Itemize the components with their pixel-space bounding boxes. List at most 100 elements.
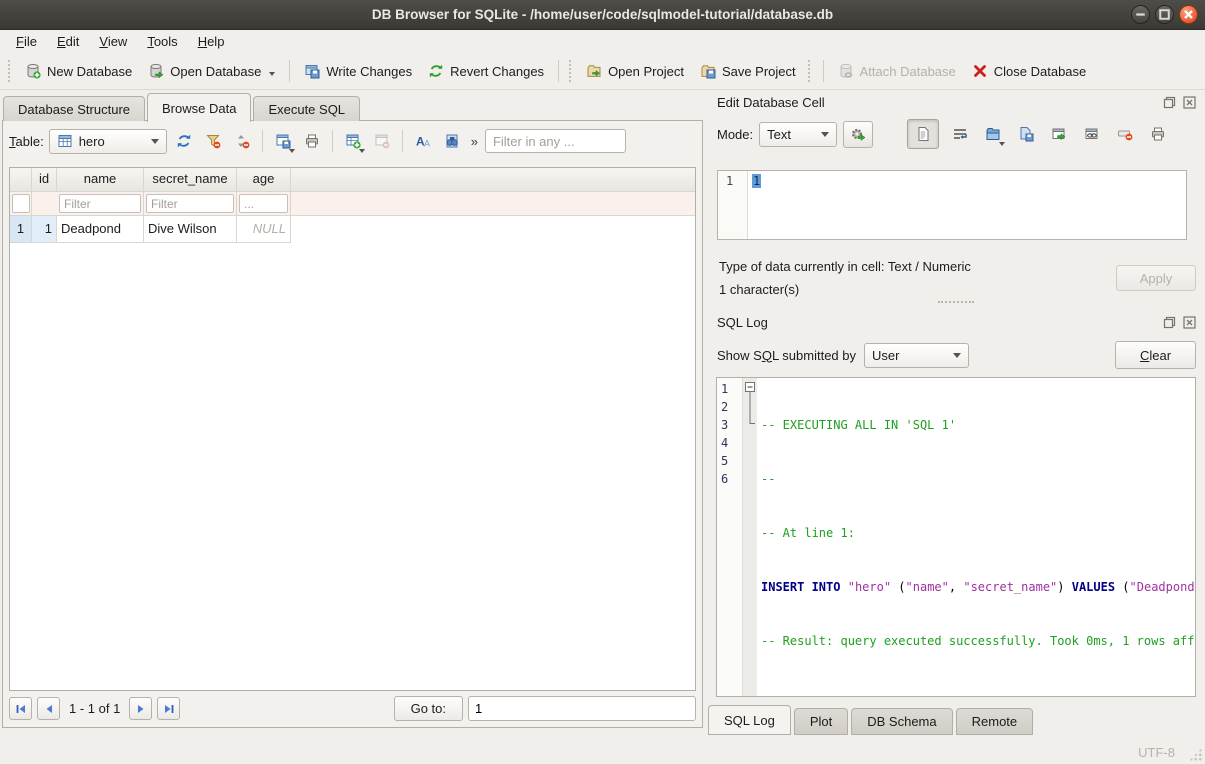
close-database-button[interactable]: Close Database bbox=[964, 59, 1095, 83]
word-wrap-button[interactable] bbox=[948, 121, 972, 147]
close-dock-icon[interactable] bbox=[1182, 315, 1197, 330]
filter-row-corner bbox=[10, 192, 32, 216]
resize-grip[interactable] bbox=[1189, 748, 1202, 761]
tab-sql-log[interactable]: SQL Log bbox=[708, 705, 791, 735]
open-project-button[interactable]: Open Project bbox=[578, 59, 692, 83]
filter-input-name[interactable] bbox=[59, 194, 141, 213]
delete-record-icon bbox=[374, 133, 390, 149]
format-font-button[interactable]: AA bbox=[411, 128, 435, 154]
clear-sorting-button[interactable] bbox=[230, 128, 254, 154]
toolbar-grip[interactable] bbox=[808, 60, 813, 82]
float-dock-icon[interactable] bbox=[1162, 95, 1177, 110]
set-null-button[interactable] bbox=[1113, 121, 1137, 147]
toolbar-separator bbox=[402, 130, 403, 152]
export-table-button[interactable] bbox=[271, 128, 295, 154]
first-record-button[interactable] bbox=[9, 697, 32, 720]
sql-source-select[interactable]: User bbox=[864, 343, 969, 368]
insert-record-button[interactable] bbox=[341, 128, 365, 154]
column-header-name[interactable]: name bbox=[57, 168, 144, 192]
import-text-button[interactable] bbox=[981, 121, 1005, 147]
refresh-button[interactable] bbox=[172, 128, 196, 154]
cell-count-text: 1 character(s) bbox=[719, 282, 799, 297]
cell-editor[interactable]: 1 1 bbox=[717, 170, 1187, 240]
export-text-button[interactable] bbox=[1014, 121, 1038, 147]
print-button[interactable] bbox=[300, 128, 324, 154]
delete-record-button[interactable] bbox=[370, 128, 394, 154]
toolbar-grip[interactable] bbox=[569, 60, 574, 82]
filter-input-secret-name[interactable] bbox=[146, 194, 234, 213]
tab-db-schema[interactable]: DB Schema bbox=[851, 708, 952, 735]
close-window-icon[interactable] bbox=[1179, 5, 1198, 24]
table-row[interactable]: 1 1 Deadpond Dive Wilson NULL bbox=[10, 216, 695, 243]
tab-execute-sql[interactable]: Execute SQL bbox=[253, 96, 360, 121]
new-database-button[interactable]: New Database bbox=[17, 59, 140, 83]
menu-tools[interactable]: Tools bbox=[139, 32, 185, 51]
column-header-secret-name[interactable]: secret_name bbox=[144, 168, 237, 192]
tab-remote[interactable]: Remote bbox=[956, 708, 1034, 735]
maximize-icon[interactable] bbox=[1155, 5, 1174, 24]
float-dock-icon[interactable] bbox=[1162, 315, 1177, 330]
clear-log-button[interactable]: Clear bbox=[1115, 341, 1196, 369]
show-sql-label: Show SQL submitted by bbox=[717, 348, 856, 363]
open-database-button[interactable]: Open Database bbox=[140, 59, 283, 83]
statusbar: UTF-8 bbox=[0, 740, 1205, 764]
right-pane: Edit Database Cell Mode: Text bbox=[707, 90, 1205, 740]
menu-view[interactable]: View bbox=[91, 32, 135, 51]
table-label: Table: bbox=[9, 134, 44, 149]
save-project-button[interactable]: Save Project bbox=[692, 59, 804, 83]
tab-browse-data[interactable]: Browse Data bbox=[147, 93, 251, 122]
attach-database-button[interactable]: Attach Database bbox=[830, 59, 964, 83]
find-in-cells-button[interactable] bbox=[440, 128, 464, 154]
sql-fold-margin[interactable] bbox=[743, 378, 757, 697]
print-cell-button[interactable] bbox=[1146, 121, 1170, 147]
apply-button[interactable]: Apply bbox=[1116, 265, 1196, 291]
encoding-indicator[interactable]: UTF-8 bbox=[1138, 745, 1175, 760]
dropdown-caret-icon[interactable] bbox=[269, 72, 275, 76]
row-number-cell[interactable]: 1 bbox=[10, 216, 32, 243]
cell-name[interactable]: Deadpond bbox=[57, 216, 144, 243]
menu-help[interactable]: Help bbox=[190, 32, 233, 51]
filter-any-input[interactable] bbox=[485, 129, 626, 153]
column-header-id[interactable]: id bbox=[32, 168, 57, 192]
cell-id[interactable]: 1 bbox=[32, 216, 57, 243]
goto-button[interactable]: Go to: bbox=[394, 696, 463, 721]
last-record-button[interactable] bbox=[157, 697, 180, 720]
menu-edit[interactable]: Edit bbox=[49, 32, 87, 51]
filter-input-age[interactable] bbox=[239, 194, 288, 213]
cell-editor-text[interactable]: 1 bbox=[748, 171, 761, 239]
tab-database-structure[interactable]: Database Structure bbox=[3, 96, 145, 121]
sql-log-editor[interactable]: 1 2 3 4 5 6 -- EXECUTING ALL IN 'SQL 1' bbox=[716, 377, 1196, 697]
svg-text:A: A bbox=[424, 139, 430, 149]
minimize-icon[interactable] bbox=[1131, 5, 1150, 24]
revert-changes-icon bbox=[428, 63, 444, 79]
toolbar-separator bbox=[262, 130, 263, 152]
auto-switch-mode-button[interactable] bbox=[843, 121, 873, 148]
menu-file[interactable]: File bbox=[8, 32, 45, 51]
table-select[interactable]: hero bbox=[49, 129, 167, 154]
goto-input[interactable] bbox=[468, 696, 696, 721]
filter-cell bbox=[57, 192, 144, 216]
cell-secret-name[interactable]: Dive Wilson bbox=[144, 216, 237, 243]
cell-age[interactable]: NULL bbox=[237, 216, 291, 243]
sql-log-line: INSERT INTO "hero" ("name", "secret_name… bbox=[761, 578, 1195, 596]
toolbar-overflow-chevron[interactable]: » bbox=[469, 134, 480, 149]
next-record-button[interactable] bbox=[129, 697, 152, 720]
column-header-age[interactable]: age bbox=[237, 168, 291, 192]
toolbar-separator bbox=[558, 60, 559, 82]
prev-record-button[interactable] bbox=[37, 697, 60, 720]
revert-changes-button[interactable]: Revert Changes bbox=[420, 59, 552, 83]
mode-select[interactable]: Text bbox=[759, 122, 837, 147]
write-changes-button[interactable]: Write Changes bbox=[296, 59, 420, 83]
chevron-down-icon bbox=[953, 353, 961, 358]
open-external-button[interactable] bbox=[1047, 121, 1071, 147]
attach-database-icon bbox=[838, 63, 854, 79]
toolbar-grip[interactable] bbox=[8, 60, 13, 82]
filter-input-id[interactable] bbox=[12, 194, 30, 213]
titlebar[interactable]: DB Browser for SQLite - /home/user/code/… bbox=[0, 0, 1205, 30]
dock-splitter-handle[interactable] bbox=[938, 301, 974, 306]
copy-link-button[interactable] bbox=[1080, 121, 1104, 147]
text-mode-button[interactable] bbox=[907, 119, 939, 149]
close-dock-icon[interactable] bbox=[1182, 95, 1197, 110]
tab-plot[interactable]: Plot bbox=[794, 708, 848, 735]
clear-filters-button[interactable] bbox=[201, 128, 225, 154]
